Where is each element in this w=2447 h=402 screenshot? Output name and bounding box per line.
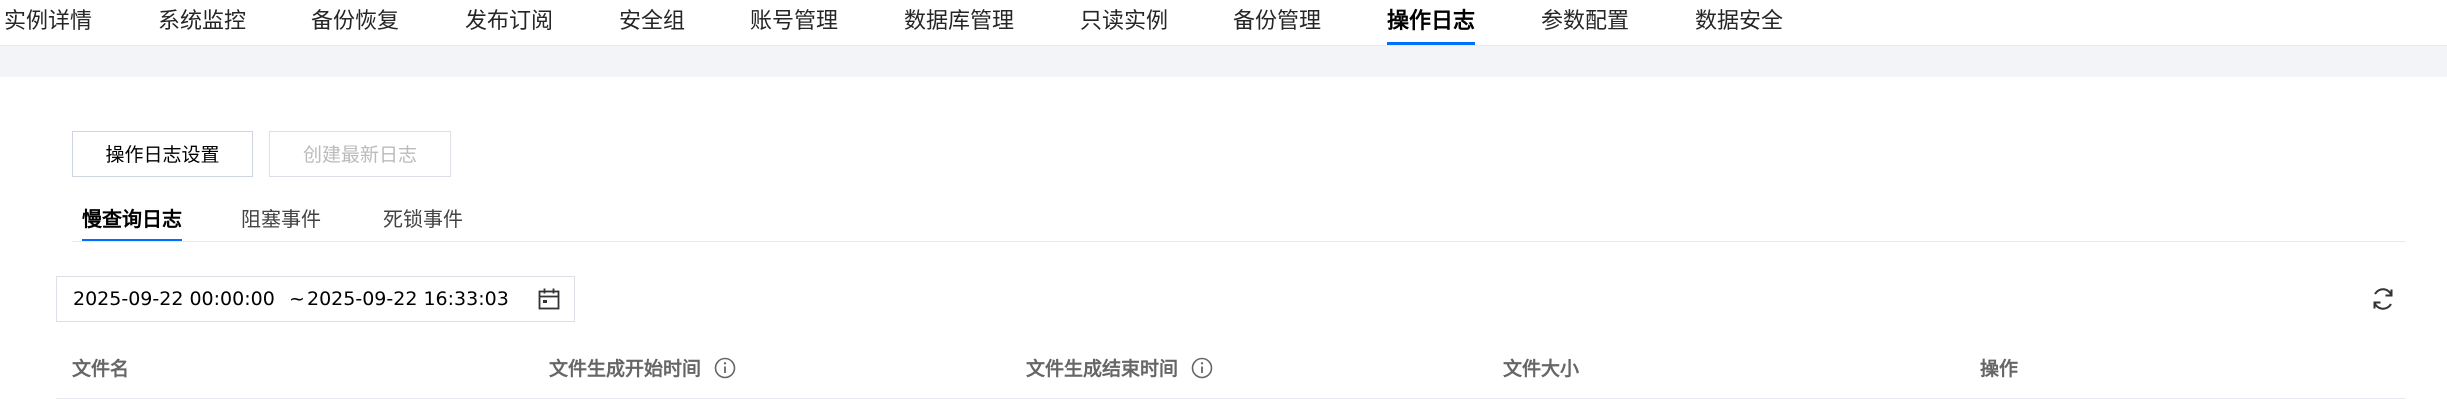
- tab-account-management[interactable]: 账号管理: [750, 0, 838, 45]
- column-actions: 操作: [1980, 358, 2019, 380]
- subtabs-divider: [72, 241, 2406, 242]
- info-icon[interactable]: [714, 357, 736, 379]
- tab-publish-subscribe[interactable]: 发布订阅: [465, 0, 553, 45]
- tab-security-group[interactable]: 安全组: [619, 0, 685, 45]
- date-range-start: 2025-09-22 00:00:00: [73, 288, 275, 310]
- column-end-time: 文件生成结束时间: [1026, 341, 1213, 397]
- tab-parameter-config[interactable]: 参数配置: [1541, 0, 1629, 45]
- tab-database-management[interactable]: 数据库管理: [904, 0, 1014, 45]
- subtab-deadlock-events[interactable]: 死锁事件: [383, 200, 463, 242]
- date-range-end: 2025-09-22 16:33:03: [307, 288, 509, 310]
- create-latest-log-button[interactable]: 创建最新日志: [269, 131, 451, 177]
- calendar-icon: [538, 288, 560, 310]
- tab-read-only-instance[interactable]: 只读实例: [1080, 0, 1168, 45]
- subtab-slow-query-log[interactable]: 慢查询日志: [82, 200, 182, 242]
- info-icon[interactable]: [1191, 357, 1213, 379]
- tab-operation-log[interactable]: 操作日志: [1387, 0, 1476, 45]
- column-start-time: 文件生成开始时间: [549, 341, 736, 397]
- column-file-size: 文件大小: [1503, 358, 1580, 380]
- tab-system-monitor[interactable]: 系统监控: [158, 0, 246, 45]
- refresh-icon[interactable]: [2370, 286, 2396, 312]
- operation-log-settings-button[interactable]: 操作日志设置: [72, 131, 253, 177]
- date-range-picker[interactable]: 2025-09-22 00:00:00 ~ 2025-09-22 16:33:0…: [56, 276, 575, 322]
- date-range-separator: ~: [289, 288, 305, 310]
- tab-data-security[interactable]: 数据安全: [1695, 0, 1783, 45]
- column-file-name: 文件名: [72, 358, 130, 380]
- tab-instance-details[interactable]: 实例详情: [4, 0, 92, 45]
- table-header: 文件名 文件生成开始时间 文件生成结束时间 文件大小 操作: [56, 341, 2406, 399]
- tab-backup-management[interactable]: 备份管理: [1233, 0, 1321, 45]
- subtab-blocking-events[interactable]: 阻塞事件: [241, 200, 321, 242]
- separator-band: [0, 46, 2447, 77]
- tab-backup-restore[interactable]: 备份恢复: [311, 0, 399, 45]
- top-tab-bar: 实例详情 系统监控 备份恢复 发布订阅 安全组 账号管理 数据库管理 只读实例 …: [0, 0, 2447, 46]
